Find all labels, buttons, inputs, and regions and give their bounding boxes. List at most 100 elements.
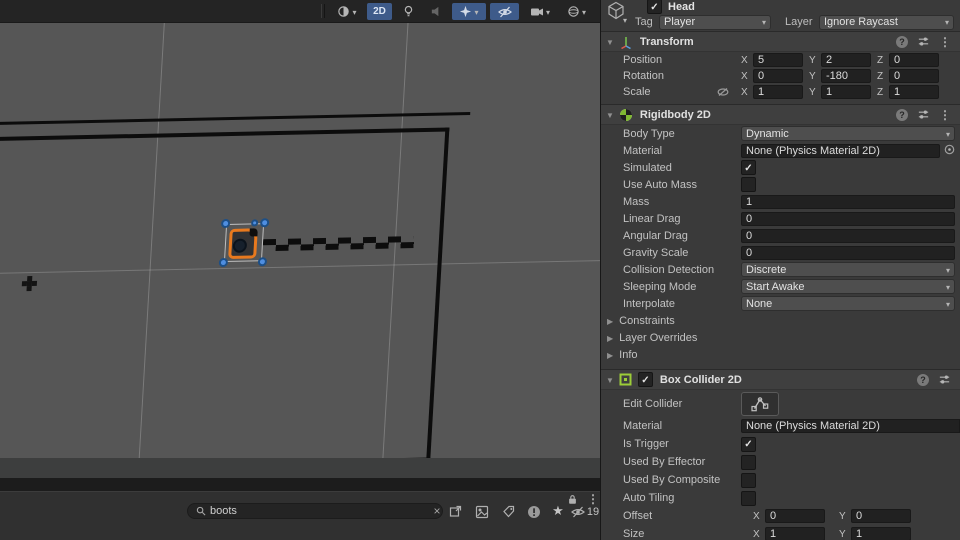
sprite-filter-icon[interactable] xyxy=(473,503,491,520)
is-trigger-checkbox[interactable] xyxy=(741,436,756,452)
auto-tiling-checkbox[interactable] xyxy=(741,490,756,506)
offset-y-field[interactable]: 0 xyxy=(851,509,911,523)
scale-y-field[interactable]: 1 xyxy=(821,85,871,99)
axis-y-label: Y xyxy=(839,528,846,540)
edit-collider-button[interactable] xyxy=(741,391,779,416)
tag-dropdown[interactable]: Player xyxy=(659,14,771,30)
rb-material-field[interactable]: None (Physics Material 2D) xyxy=(741,143,940,158)
foldout-open-icon[interactable] xyxy=(606,374,614,386)
presets-icon[interactable] xyxy=(917,108,930,121)
used-by-effector-row: Used By Effector xyxy=(601,453,960,471)
sleeping-mode-dropdown[interactable]: Start Awake xyxy=(741,279,955,294)
linked-scale-icon[interactable] xyxy=(717,86,729,101)
clear-search-icon[interactable] xyxy=(431,503,443,519)
size-x-field[interactable]: 1 xyxy=(765,527,825,540)
auto-tiling-row: Auto Tiling xyxy=(601,489,960,507)
scene-audio-button[interactable] xyxy=(424,3,448,20)
chevron-down-icon xyxy=(474,6,478,18)
angular-drag-field[interactable]: 0 xyxy=(741,228,955,243)
sleeping-mode-label: Sleeping Mode xyxy=(623,280,697,293)
offset-x-field[interactable]: 0 xyxy=(765,509,825,523)
simulated-checkbox[interactable] xyxy=(741,160,756,175)
effects-button[interactable] xyxy=(452,3,486,20)
scene-viewport[interactable] xyxy=(0,23,600,458)
transform-tool-icon xyxy=(621,36,631,49)
scene-toolbar: 2D xyxy=(0,0,600,23)
used-by-effector-checkbox[interactable] xyxy=(741,454,756,470)
constraints-foldout[interactable]: Constraints xyxy=(601,312,960,329)
body-type-label: Body Type xyxy=(623,127,675,140)
scene-lighting-button[interactable] xyxy=(396,3,420,20)
boxcollider2d-header[interactable]: Box Collider 2D xyxy=(601,369,960,390)
kebab-menu-icon[interactable] xyxy=(939,35,951,49)
object-picker-icon[interactable] xyxy=(944,144,955,158)
scale-row: Scale X1 Y1 Z1 xyxy=(601,84,960,100)
head-sprite[interactable] xyxy=(228,228,258,259)
gameobject-icon-dropdown[interactable] xyxy=(623,14,627,26)
hidden-objects-toggle[interactable]: 19 xyxy=(570,504,600,519)
alert-filter-icon[interactable] xyxy=(525,503,543,520)
gravity-scale-field[interactable]: 0 xyxy=(741,245,955,260)
rigidbody2d-title: Rigidbody 2D xyxy=(639,108,711,121)
layer-dropdown[interactable]: Ignore Raycast xyxy=(819,14,954,30)
favorites-star-icon[interactable] xyxy=(549,502,567,519)
open-search-window-icon[interactable] xyxy=(448,504,463,519)
rotation-x-field[interactable]: 0 xyxy=(753,69,803,83)
position-x-field[interactable]: 5 xyxy=(753,53,803,67)
foldout-open-icon[interactable] xyxy=(606,36,614,48)
position-z-field[interactable]: 0 xyxy=(889,53,939,67)
scale-z-field[interactable]: 1 xyxy=(889,85,939,99)
gameobject-active-checkbox[interactable] xyxy=(647,0,662,14)
used-by-composite-checkbox[interactable] xyxy=(741,472,756,488)
boxcollider2d-enabled-checkbox[interactable] xyxy=(637,372,653,387)
scale-x-field[interactable]: 1 xyxy=(753,85,803,99)
gameobject-name[interactable]: Head xyxy=(668,1,695,13)
position-y-field[interactable]: 2 xyxy=(821,53,871,67)
bc-material-field[interactable]: None (Physics Material 2D) xyxy=(741,419,960,433)
collision-detection-label: Collision Detection xyxy=(623,263,715,276)
transform-header[interactable]: Transform xyxy=(601,31,960,52)
is-trigger-label: Is Trigger xyxy=(623,438,669,450)
check-icon xyxy=(650,1,658,13)
scene-bottom-strip xyxy=(0,458,600,478)
presets-icon[interactable] xyxy=(938,373,951,386)
interpolate-dropdown[interactable]: None xyxy=(741,296,955,311)
linear-drag-label: Linear Drag xyxy=(623,212,681,225)
rotation-z-field[interactable]: 0 xyxy=(889,69,939,83)
collision-detection-dropdown[interactable]: Discrete xyxy=(741,262,955,277)
body-type-dropdown[interactable]: Dynamic xyxy=(741,126,955,141)
2d-mode-button[interactable]: 2D xyxy=(367,3,392,20)
selected-gameobject[interactable] xyxy=(218,218,270,268)
label-filter-icon[interactable] xyxy=(499,503,517,520)
foldout-open-icon[interactable] xyxy=(606,109,614,121)
rotation-row: Rotation X0 Y -180 Z0 xyxy=(601,68,960,84)
help-icon[interactable] xyxy=(896,35,908,48)
help-icon[interactable] xyxy=(896,108,908,121)
gizmos-button[interactable] xyxy=(560,3,593,20)
search-input[interactable]: boots xyxy=(187,503,443,519)
foldout-closed-icon xyxy=(607,315,613,327)
mass-field[interactable]: 1 xyxy=(741,194,955,209)
scene-camera-button[interactable] xyxy=(524,3,556,20)
rigidbody2d-header[interactable]: Rigidbody 2D xyxy=(601,104,960,125)
presets-icon[interactable] xyxy=(917,35,930,48)
layer-overrides-foldout[interactable]: Layer Overrides xyxy=(601,329,960,346)
simulated-label: Simulated xyxy=(623,161,672,174)
window-divider[interactable] xyxy=(0,478,600,491)
lightbulb-icon xyxy=(404,5,412,17)
layer-overrides-label: Layer Overrides xyxy=(619,331,698,344)
help-icon[interactable] xyxy=(917,373,929,386)
size-y-field[interactable]: 1 xyxy=(851,527,911,540)
axis-x-label: X xyxy=(741,54,748,66)
edit-collider-row: Edit Collider xyxy=(601,390,960,417)
info-foldout[interactable]: Info xyxy=(601,346,960,363)
gravity-scale-row: Gravity Scale 0 xyxy=(601,244,960,261)
scene-visibility-button[interactable] xyxy=(490,3,519,20)
gizmo-sphere-icon xyxy=(568,6,579,17)
draw-mode-button[interactable] xyxy=(330,3,364,20)
chevron-down-icon xyxy=(582,6,586,18)
linear-drag-field[interactable]: 0 xyxy=(741,211,955,226)
rotation-y-field[interactable]: -180 xyxy=(821,69,871,83)
use-auto-mass-checkbox[interactable] xyxy=(741,177,756,192)
kebab-menu-icon[interactable] xyxy=(939,108,951,122)
